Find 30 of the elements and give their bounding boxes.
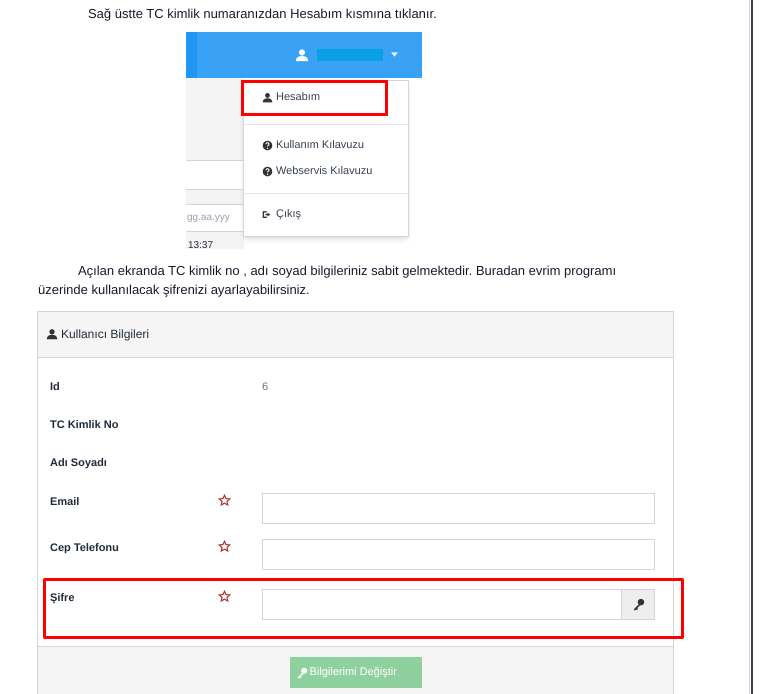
field-label: Adı Soyadı (50, 456, 108, 470)
input-field[interactable] (262, 492, 655, 524)
input-field[interactable] (262, 538, 655, 570)
question-icon (262, 166, 273, 177)
caret-icon (391, 52, 398, 57)
key-icon (296, 666, 308, 678)
field-label: TC Kimlik No (50, 418, 120, 432)
field-label: Email (50, 494, 80, 510)
user-icon (46, 328, 58, 340)
instruction-paragraph: Açılan ekranda TC kimlik no , adı soyad bilgileriniz sabit gelmektedir. Buradan evrim programı üzerinde kullanılacak şifrenizi ayarlayabilirsiniz. (37, 262, 618, 298)
key-icon (632, 598, 644, 610)
field-label: Şifre (50, 590, 76, 606)
user-icon (295, 48, 309, 62)
password-field[interactable] (262, 588, 655, 620)
question-icon (262, 140, 273, 151)
menu-item[interactable]: Çıkış (244, 202, 408, 228)
time-text: 13:37 (188, 238, 214, 248)
instruction-text: Sağ üstte TC kimlik numaranızdan Hesabım kısmına tıklanır. (87, 5, 438, 23)
input-field[interactable] (186, 160, 244, 190)
field-value: 6 (262, 380, 268, 394)
key-addon[interactable] (621, 590, 654, 618)
field-label: Id (50, 380, 61, 394)
menu-item[interactable]: Webservis Kılavuzu (244, 158, 408, 184)
sign-out-icon (262, 209, 273, 220)
menu-item[interactable]: Hesabım (241, 80, 388, 116)
panel-title: Kullanıcı Bilgileri (61, 326, 150, 343)
field-label: Cep Telefonu (50, 540, 120, 556)
menu-item[interactable]: Kullanım Kılavuzu (244, 132, 408, 158)
user-icon (262, 92, 273, 103)
redaction-bar (317, 48, 383, 60)
